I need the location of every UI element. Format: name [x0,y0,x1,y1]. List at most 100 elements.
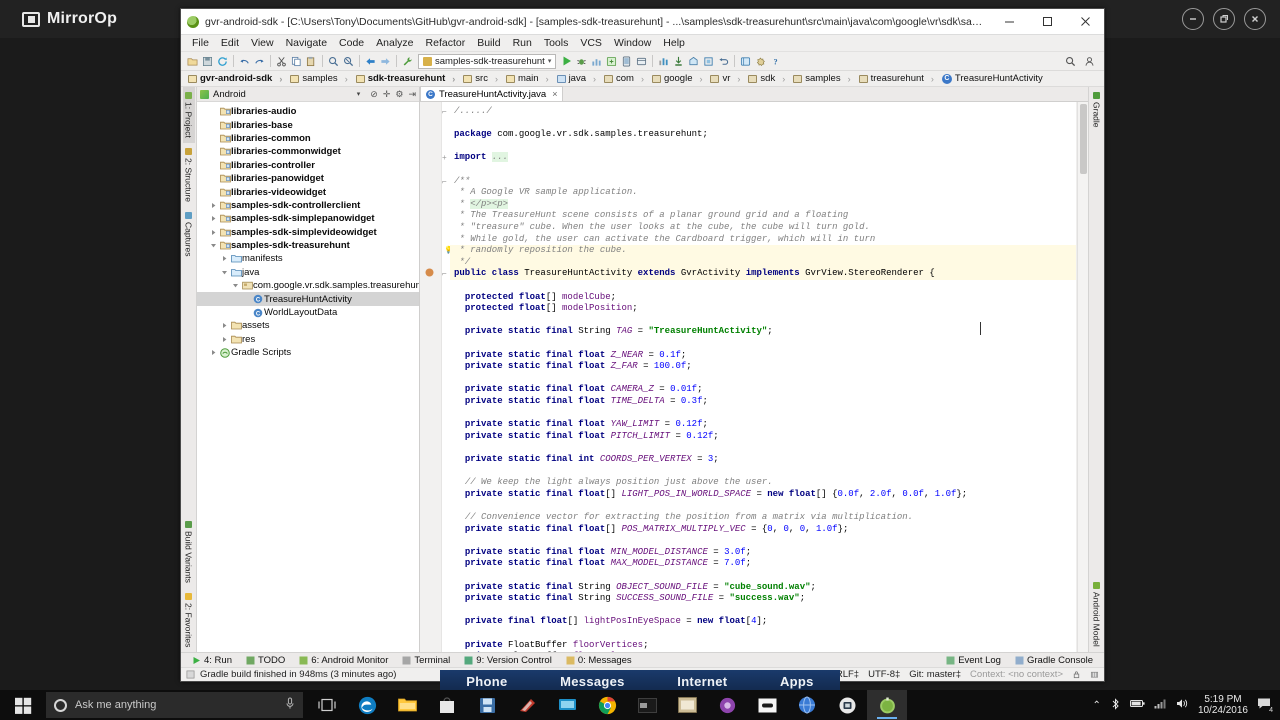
redo-icon[interactable] [252,53,267,70]
chevron-right-icon[interactable] [219,255,230,262]
breadcrumb-item-gvr-android-sdk[interactable]: gvr-android-sdk › [185,73,287,84]
editor-tab-treasurehuntactivity[interactable]: C TreasureHuntActivity.java × [420,86,564,101]
tool-window-gradle-console[interactable]: Gradle Console [1008,655,1100,666]
app-icon[interactable] [686,53,701,70]
menu-item-vcs[interactable]: VCS [574,36,608,51]
tree-node[interactable]: libraries-audio [197,105,419,118]
tree-node[interactable]: libraries-videowidget [197,185,419,198]
chevron-down-icon[interactable] [208,242,219,249]
back-icon[interactable] [363,53,378,70]
phone-bar-phone[interactable]: Phone [466,674,507,689]
code-content[interactable]: /...../ package com.google.vr.sdk.sample… [450,102,1076,652]
tree-node[interactable]: res [197,333,419,346]
editor-scrollbar[interactable] [1077,102,1088,652]
show-hidden-icons-icon[interactable]: ⌃ [1093,700,1101,711]
start-button[interactable] [0,690,46,720]
fold-end-icon[interactable]: ⌐ [442,106,447,118]
tree-node[interactable]: samples-sdk-simplevideowidget [197,226,419,239]
git-branch[interactable]: Git: master‡ [909,669,961,680]
tool-window-run[interactable]: 4: Run [185,655,239,666]
sync-gradle-icon[interactable] [604,53,619,70]
hide-icon[interactable]: ⇥ [408,89,416,100]
layout-inspector-icon[interactable] [701,53,716,70]
device-monitor-icon[interactable] [656,53,671,70]
breadcrumb-item-java[interactable]: java › [554,73,601,84]
menu-item-refactor[interactable]: Refactor [420,36,472,51]
fold-expand-icon[interactable]: + [442,152,447,164]
menu-item-help[interactable]: Help [657,36,691,51]
tool-window-event-log[interactable]: Event Log [939,655,1008,666]
project-view-selector-label[interactable]: Android [213,89,246,100]
user-icon[interactable] [1082,53,1097,70]
open-project-icon[interactable] [185,53,200,70]
run-class-gutter-icon[interactable] [425,268,434,280]
breadcrumb-item-src[interactable]: src › [460,73,503,84]
chevron-right-icon[interactable] [208,229,219,236]
fold-collapse-icon[interactable]: ⌐ [442,268,447,280]
tool-window-terminal[interactable]: Terminal [395,655,457,666]
tool-tab-2-structure[interactable]: 2: Structure [183,143,195,207]
tree-node[interactable]: C TreasureHuntActivity [197,292,419,306]
chrome-browser-icon[interactable] [587,690,627,720]
sdk-manager-icon[interactable] [634,53,649,70]
profile-icon[interactable] [589,53,604,70]
project-tree[interactable]: libraries-audio libraries-base libraries-c… [197,102,419,652]
tree-node[interactable]: libraries-base [197,118,419,131]
chevron-down-icon[interactable]: ▾ [357,90,361,98]
chevron-right-icon[interactable] [219,336,230,343]
tree-node[interactable]: java [197,266,419,279]
tool-window-todo[interactable]: TODO [239,655,292,666]
file-explorer-icon[interactable] [387,690,427,720]
tool-tab-1-project[interactable]: 1: Project [182,87,195,143]
breadcrumb-item-sdk[interactable]: sdk › [745,73,790,84]
memory-icon[interactable] [1090,670,1099,679]
bluetooth-icon[interactable] [1110,697,1121,713]
tree-node[interactable]: samples-sdk-controllerclient [197,199,419,212]
tool-window-version-control[interactable]: 9: Version Control [457,655,559,666]
undo-icon[interactable] [237,53,252,70]
chevron-right-icon[interactable] [219,322,230,329]
help-icon[interactable]: ? [768,53,783,70]
editor-gutter[interactable] [420,102,442,652]
mirrorop-minimize-button[interactable] [1182,8,1204,30]
ide-close-button[interactable] [1066,9,1104,35]
tree-node[interactable]: Gradle Scripts [197,346,419,359]
menu-item-build[interactable]: Build [471,36,506,51]
tree-node[interactable]: libraries-commonwidget [197,145,419,158]
ide-maximize-button[interactable] [1028,9,1066,35]
mirrorop-close-button[interactable] [1244,8,1266,30]
menu-item-analyze[interactable]: Analyze [370,36,419,51]
edge-browser-icon[interactable] [347,690,387,720]
avd-manager-icon[interactable] [619,53,634,70]
purple-circle-icon[interactable] [707,690,747,720]
gear-icon[interactable]: ⚙ [395,89,403,100]
chevron-down-icon[interactable] [230,282,241,289]
breadcrumb-item-samples[interactable]: samples › [790,73,855,84]
menu-item-run[interactable]: Run [507,36,538,51]
tool-tab-build-variants[interactable]: Build Variants [183,516,195,588]
microphone-icon[interactable] [285,697,295,713]
white-box-icon[interactable] [747,690,787,720]
save-all-icon[interactable] [200,53,215,70]
menu-item-tools[interactable]: Tools [538,36,575,51]
task-view-icon[interactable] [307,690,347,720]
attach-debugger-icon[interactable] [671,53,686,70]
tree-node[interactable]: manifests [197,252,419,265]
volume-icon[interactable] [1176,698,1189,712]
chevron-right-icon[interactable] [208,202,219,209]
tool-window-android-monitor[interactable]: 6: Android Monitor [292,655,395,666]
mirrorop-restore-button[interactable] [1213,8,1235,30]
sync-icon[interactable] [215,53,230,70]
chevron-right-icon[interactable] [208,349,219,356]
tool-tab-2-favorites[interactable]: 2: Favorites [183,588,195,652]
forward-icon[interactable] [378,53,393,70]
ide-minimize-button[interactable] [990,9,1028,35]
fold-collapse-icon[interactable]: ⌐ [442,176,447,188]
build-icon[interactable] [400,53,415,70]
tool-tab-gradle[interactable]: Gradle [1091,87,1103,133]
tree-node[interactable]: libraries-common [197,132,419,145]
menu-item-navigate[interactable]: Navigate [280,36,333,51]
floppy-save-icon[interactable] [467,690,507,720]
menu-item-file[interactable]: File [186,36,215,51]
menu-item-view[interactable]: View [245,36,280,51]
